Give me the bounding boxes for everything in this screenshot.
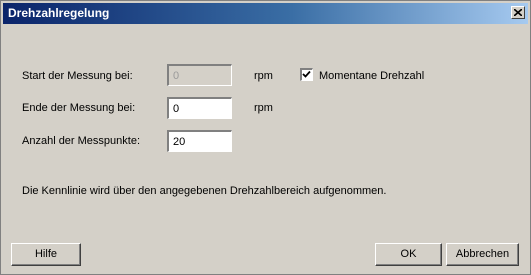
check-icon bbox=[302, 70, 311, 78]
end-unit: rpm bbox=[254, 102, 273, 114]
window-title: Drehzahlregelung bbox=[8, 6, 110, 20]
help-button[interactable]: Hilfe bbox=[11, 243, 81, 266]
end-label: Ende der Messung bei: bbox=[22, 102, 136, 114]
start-input[interactable] bbox=[167, 64, 232, 86]
start-unit: rpm bbox=[254, 70, 273, 82]
title-bar[interactable]: Drehzahlregelung bbox=[3, 3, 528, 24]
info-text: Die Kennlinie wird über den angegebenen … bbox=[22, 185, 387, 197]
close-button[interactable] bbox=[511, 6, 525, 19]
start-label: Start der Messung bei: bbox=[22, 70, 133, 82]
momentane-label[interactable]: Momentane Drehzahl bbox=[319, 70, 424, 83]
ok-button[interactable]: OK bbox=[375, 243, 442, 266]
cancel-button[interactable]: Abbrechen bbox=[446, 243, 519, 266]
points-input[interactable] bbox=[167, 130, 232, 152]
momentane-checkbox[interactable] bbox=[300, 68, 313, 81]
end-input[interactable] bbox=[167, 97, 232, 119]
dialog-window: Drehzahlregelung Start der Messung bei: … bbox=[0, 0, 531, 275]
close-icon bbox=[514, 9, 522, 16]
points-label: Anzahl der Messpunkte: bbox=[22, 135, 141, 147]
